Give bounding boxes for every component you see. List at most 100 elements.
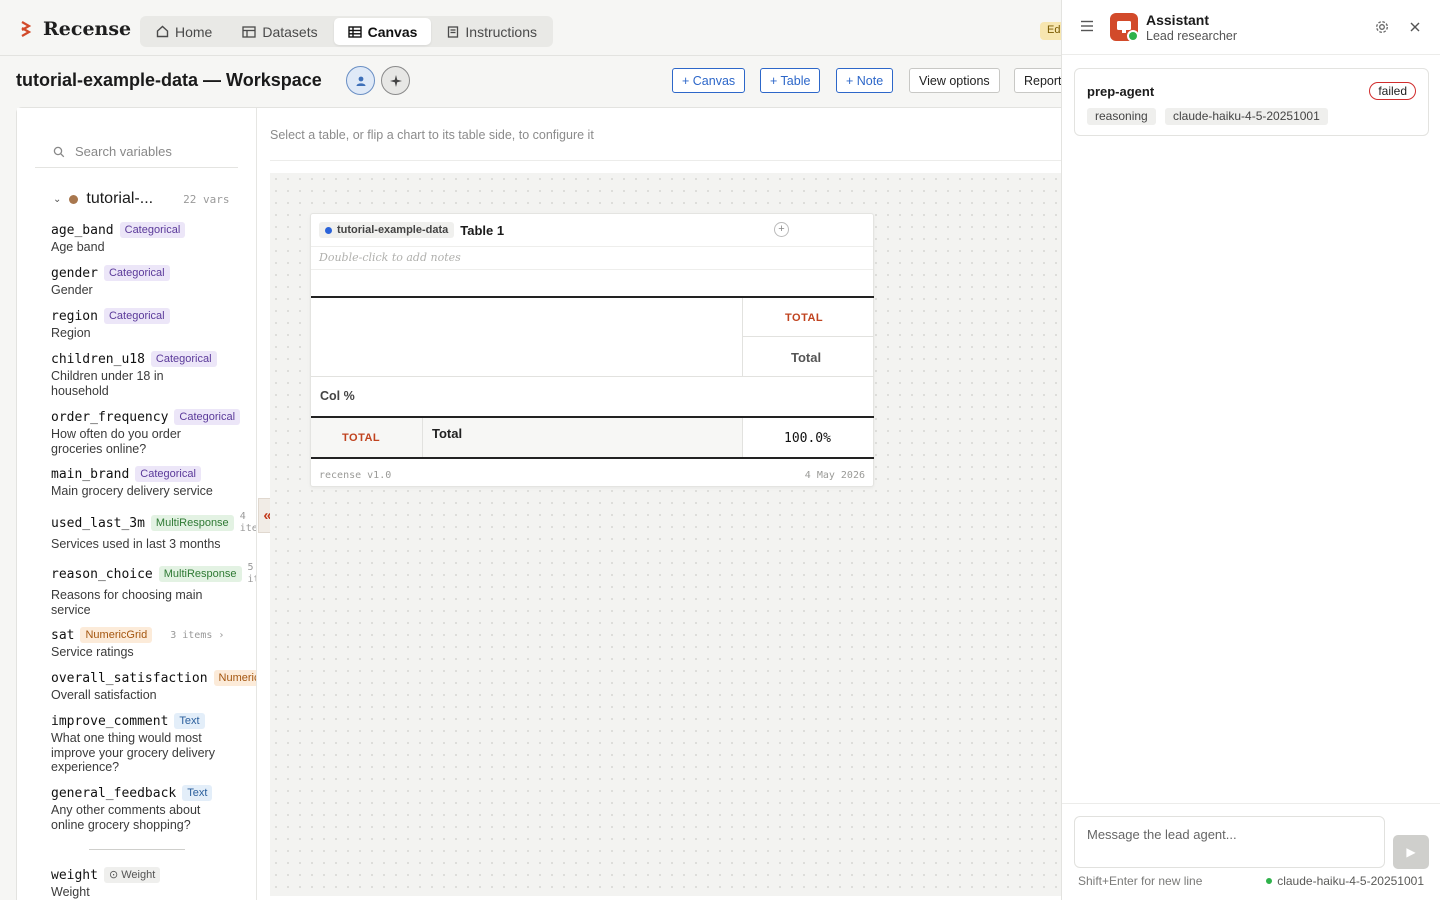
composer-hint: Shift+Enter for new line [1078, 874, 1203, 888]
table-top-rule [311, 296, 874, 298]
online-status-dot [1127, 30, 1139, 42]
menu-icon[interactable] [1080, 20, 1094, 32]
variable-name: region [51, 308, 98, 324]
agent-card[interactable]: prep-agent failed reasoning claude-haiku… [1074, 68, 1429, 136]
report-button[interactable]: Report [1014, 68, 1062, 93]
variable-item-weight[interactable]: weight ⊙ Weight Weight [51, 867, 256, 900]
tab-datasets-label: Datasets [262, 23, 318, 40]
app-name: Recense [43, 18, 132, 40]
add-canvas-button[interactable]: + Canvas [672, 68, 746, 93]
variable-item-improve-comment[interactable]: improve_comment Text What one thing would… [51, 713, 256, 775]
main-nav: Home Datasets Canvas Instructions [140, 16, 554, 47]
tab-canvas[interactable]: Canvas [333, 18, 432, 45]
type-badge: Categorical [103, 308, 170, 324]
weight-badge: ⊙ Weight [103, 867, 161, 883]
close-icon[interactable] [1409, 21, 1421, 33]
edit-chip[interactable]: Ed [1040, 22, 1062, 40]
search-input[interactable]: Search variables [35, 136, 238, 168]
variable-description: Any other comments about online grocery … [51, 803, 201, 832]
variable-item-reason-choice[interactable]: reason_choice MultiResponse 5 it Reasons f… [51, 562, 256, 617]
assistant-panel: Assistant Lead researcher prep-agent fai… [1061, 0, 1440, 900]
message-input[interactable]: Message the lead agent... [1074, 816, 1385, 868]
header-row-divider [742, 336, 874, 337]
assistant-subtitle: Lead researcher [1146, 29, 1238, 43]
table-title[interactable]: Table 1 [460, 223, 504, 238]
dataset-group-header[interactable]: ⌄ tutorial-... 22 vars [53, 190, 253, 208]
tab-canvas-label: Canvas [367, 23, 418, 40]
tab-instructions[interactable]: Instructions [433, 18, 551, 45]
tab-instructions-label: Instructions [465, 23, 538, 40]
variable-name: order_frequency [51, 409, 169, 425]
type-badge: Categorical [174, 409, 241, 425]
dataset-group-name: tutorial-... [86, 190, 154, 207]
variable-item-used-last-3m[interactable]: used_last_3m MultiResponse 4 ite Services … [51, 511, 256, 552]
chevron-down-icon: ⌄ [53, 193, 62, 205]
table-card[interactable]: tutorial-example-data Table 1 + Double-c… [310, 213, 874, 487]
variable-item-main-brand[interactable]: main_brand Categorical Main grocery deliv… [51, 466, 256, 499]
variable-item-region[interactable]: region Categorical Region [51, 308, 256, 341]
add-table-button[interactable]: + Table [760, 68, 821, 93]
variable-item-overall-satisfaction[interactable]: overall_satisfaction Numeric Overall sati… [51, 670, 256, 703]
app-logo[interactable]: Recense [20, 18, 131, 40]
variable-item-general-feedback[interactable]: general_feedback Text Any other comments … [51, 785, 256, 832]
type-badge: MultiResponse [158, 566, 242, 582]
variable-description: How often do you order groceries online? [51, 427, 181, 456]
cell-value[interactable]: 100.0% [784, 431, 831, 446]
dataset-pill-label: tutorial-example-data [337, 224, 449, 236]
variable-description: Gender [51, 283, 93, 297]
variable-item-order-frequency[interactable]: order_frequency Categorical How often do … [51, 409, 256, 456]
config-hint: Select a table, or flip a chart to its t… [270, 128, 594, 142]
ai-toggle-button[interactable] [381, 66, 410, 95]
dataset-pill[interactable]: tutorial-example-data [319, 222, 455, 238]
dataset-dot [325, 226, 332, 234]
type-badge: Categorical [135, 466, 201, 482]
type-badge: MultiResponse [150, 515, 234, 531]
add-note-button[interactable]: + Note [836, 68, 894, 93]
variable-item-age-band[interactable]: age_band Categorical Age band [51, 222, 256, 255]
variable-name: general_feedback [51, 785, 177, 801]
notes-field[interactable]: Double-click to add notes [311, 246, 873, 270]
variable-description: Weight [51, 885, 90, 899]
dataset-var-count: 22 vars [183, 192, 230, 206]
model-indicator[interactable]: claude-haiku-4-5-20251001 [1266, 874, 1424, 888]
body-bottom-rule [311, 457, 874, 459]
type-badge: Text [174, 713, 205, 729]
assistant-title: Assistant [1146, 12, 1210, 28]
recense-logo-icon [21, 21, 32, 37]
top-bar: Recense Home Datasets Canvas Instruction… [0, 0, 1062, 56]
add-to-table-button[interactable]: + [774, 222, 789, 237]
variable-description: Children under 18 in household [51, 369, 164, 398]
variable-name: overall_satisfaction [51, 670, 208, 686]
stat-row-divider [311, 376, 874, 377]
variable-item-gender[interactable]: gender Categorical Gender [51, 265, 256, 298]
composer-divider [1062, 803, 1440, 804]
send-button[interactable]: ▶ [1393, 835, 1429, 869]
table-footer-date: 4 May 2026 [804, 470, 865, 481]
variable-description: Services used in last 3 months [51, 537, 221, 551]
type-badge: Numeric [213, 670, 256, 686]
row-group-divider [422, 418, 423, 457]
config-divider [270, 160, 1062, 161]
column-header-total: TOTAL [785, 312, 824, 324]
variable-description: What one thing would most improve your g… [51, 731, 215, 774]
view-options-button[interactable]: View options [909, 68, 1000, 93]
home-icon [156, 25, 169, 38]
variable-description: Region [51, 326, 91, 340]
variable-name: improve_comment [51, 713, 169, 729]
variable-item-sat[interactable]: sat NumericGrid 3 items › Service ratings [51, 627, 256, 660]
user-toggle-button[interactable] [346, 66, 375, 95]
gear-icon[interactable] [1374, 19, 1390, 35]
variables-sidebar: Search variables ⌄ tutorial-... 22 vars … [17, 108, 257, 900]
variable-item-children-u18[interactable]: children_u18 Categorical Children under 1… [51, 351, 256, 398]
table-card-header: tutorial-example-data Table 1 [319, 222, 504, 238]
assistant-header: Assistant Lead researcher [1062, 0, 1440, 55]
search-icon [53, 146, 65, 157]
variable-description: Reasons for choosing main service [51, 588, 203, 617]
tab-home[interactable]: Home [142, 18, 226, 45]
stat-label: Col % [320, 389, 355, 403]
model-name: claude-haiku-4-5-20251001 [1277, 874, 1424, 888]
variable-description: Main grocery delivery service [51, 484, 213, 498]
variable-description: Overall satisfaction [51, 688, 157, 702]
type-badge: NumericGrid [80, 627, 153, 643]
tab-datasets[interactable]: Datasets [228, 18, 331, 45]
